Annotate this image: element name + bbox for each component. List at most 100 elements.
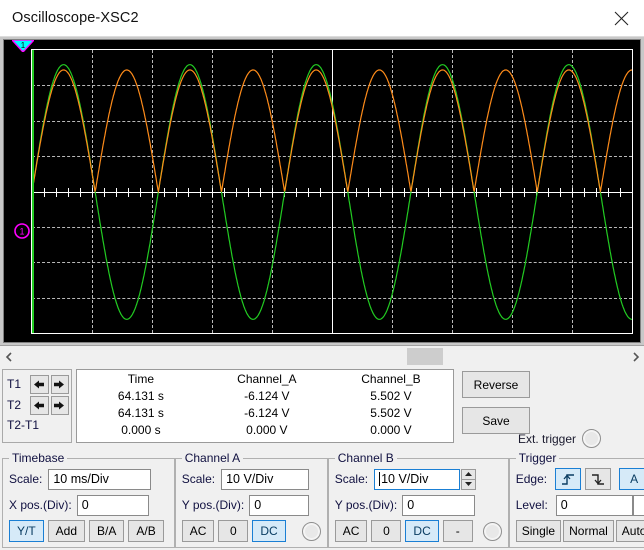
readout-header-channel-a: Channel_A (237, 372, 297, 386)
arrow-left-icon (33, 401, 44, 409)
axis-tick (632, 188, 633, 197)
trigger-edge-rising-button[interactable] (555, 468, 582, 490)
trigger-level-unit[interactable]: V (632, 494, 644, 516)
readout-header-channel-b: Channel_B (361, 372, 421, 386)
cursor-diff-label: T2-T1 (7, 418, 40, 432)
channel-b-scale-down-button[interactable] (461, 478, 477, 490)
channel-b-terminal-icon[interactable] (482, 521, 502, 541)
channel-a-scale-row: Scale: 10 V/Div (182, 467, 321, 491)
channel-b-ypos-input[interactable]: 0 (402, 494, 476, 516)
close-icon (614, 11, 628, 25)
trigger-mode-auto-button[interactable]: Auto (615, 520, 644, 542)
arrow-right-icon (54, 401, 65, 409)
measurement-readout: Time Channel_A Channel_B 64.131 s -6.124… (76, 369, 454, 443)
trigger-mode-normal-button[interactable]: Normal (563, 520, 614, 542)
cursor-t2-row: T2 (7, 395, 71, 415)
text-caret (379, 472, 381, 486)
page-title: Oscilloscope-XSC2 (12, 10, 139, 26)
scope-bezel: 1 1 (3, 39, 641, 343)
scrollbar-right-arrow[interactable] (627, 347, 644, 366)
channel-b-scale-value: 10 V/Div (381, 472, 429, 486)
ext-trigger-label: Ext. trigger (518, 431, 577, 446)
trigger-panel: Trigger Edge: A B Ext (508, 451, 644, 548)
trigger-level-label: Level: (515, 498, 548, 512)
table-row: 64.131 s -6.124 V 5.502 V (77, 405, 453, 422)
trigger-source-a-button[interactable]: A (619, 468, 644, 490)
readout-t1-channel-b: 5.502 V (370, 389, 412, 403)
cursor-t1-right-button[interactable] (50, 374, 69, 394)
scrollbar-left-arrow[interactable] (0, 347, 17, 366)
chevron-left-icon (5, 351, 12, 362)
timebase-scale-label: Scale: (9, 472, 43, 486)
title-bar: Oscilloscope-XSC2 (0, 0, 644, 37)
channel-a-trace (32, 69, 632, 194)
timebase-scale-input[interactable]: 10 ms/Div (48, 468, 152, 490)
readout-t2-channel-a: -6.124 V (244, 406, 290, 420)
channel-b-legend: Channel B (337, 451, 394, 465)
channel-a-coupling-gnd-button[interactable]: 0 (218, 520, 249, 542)
table-row: 64.131 s -6.124 V 5.502 V (77, 388, 453, 405)
timebase-mode-ab-button[interactable]: A/B (128, 520, 164, 542)
close-button[interactable] (598, 0, 644, 36)
trigger-mode-single-button[interactable]: Single (515, 520, 562, 542)
reverse-button[interactable]: Reverse (462, 371, 530, 398)
timebase-mode-buttons: Y/T Add B/A A/B (9, 519, 168, 543)
channel-b-invert-button[interactable]: - (442, 520, 473, 542)
scrollbar-thumb[interactable] (407, 348, 443, 365)
channel-b-coupling-dc-button[interactable]: DC (405, 520, 439, 542)
channel-a-coupling-dc-button[interactable]: DC (252, 520, 286, 542)
channel-a-coupling-ac-button[interactable]: AC (181, 520, 215, 542)
timebase-mode-ba-button[interactable]: B/A (89, 520, 125, 542)
oscilloscope-window: Oscilloscope-XSC2 1 1 T1 T2 T2-T1 Time C… (0, 0, 644, 550)
trigger-mode-buttons: Single Normal Auto None (515, 519, 644, 543)
timebase-xpos-row: X pos.(Div): 0 (9, 493, 168, 517)
channel-b-scale-up-button[interactable] (461, 468, 477, 479)
channel-b-ypos-label: Y pos.(Div): (334, 498, 398, 512)
channel-b-scale-label: Scale: (334, 472, 369, 486)
timebase-xpos-input[interactable]: 0 (76, 494, 149, 516)
timebase-panel: Timebase Scale: 10 ms/Div X pos.(Div): 0… (2, 451, 175, 548)
channel-b-scale-input[interactable]: 10 V/Div (374, 468, 461, 490)
readout-diff-time: 0.000 s (121, 423, 161, 437)
channel-a-panel: Channel A Scale: 10 V/Div Y pos.(Div): 0… (174, 451, 328, 548)
cursor-t1-label: T1 (7, 377, 22, 391)
cursor-t2-right-button[interactable] (50, 395, 69, 415)
measurement-row: T1 T2 T2-T1 Time Channel_A Channel_B 64.… (0, 367, 644, 451)
scope-screen[interactable] (31, 49, 633, 334)
cursor-t1-row: T1 (7, 374, 71, 394)
ext-trigger-terminal-icon[interactable] (582, 429, 602, 448)
rising-edge-icon (561, 474, 574, 485)
svg-text:1: 1 (21, 41, 26, 50)
readout-header-row: Time Channel_A Channel_B (77, 371, 453, 388)
timebase-xpos-label: X pos.(Div): (9, 498, 72, 512)
scope-action-buttons: Reverse Save (462, 371, 530, 434)
timebase-scrollbar[interactable] (0, 345, 644, 367)
channel-a-scale-input[interactable]: 10 V/Div (221, 468, 310, 490)
spinner-up-icon (465, 472, 473, 476)
channel-b-coupling-ac-button[interactable]: AC (334, 520, 368, 542)
cursor-t1-left-button[interactable] (30, 374, 49, 394)
readout-t2-channel-b: 5.502 V (370, 406, 412, 420)
trigger-edge-row: Edge: A B Ext (516, 467, 644, 491)
readout-t2-time: 64.131 s (117, 406, 164, 420)
channel-b-scale-stepper[interactable] (461, 468, 477, 490)
timebase-mode-add-button[interactable]: Add (47, 520, 86, 542)
cursor-t2-left-button[interactable] (30, 395, 49, 415)
trigger-edge-falling-button[interactable] (585, 468, 612, 490)
cursor-1-handle-icon[interactable]: 1 (12, 40, 34, 52)
trigger-edge-label: Edge: (515, 472, 548, 486)
channel-a-ypos-input[interactable]: 0 (249, 494, 310, 516)
scrollbar-track[interactable] (17, 347, 627, 366)
cursor-t2-label: T2 (7, 398, 22, 412)
arrow-right-icon (54, 380, 65, 388)
channel-b-coupling-buttons: AC 0 DC - (334, 519, 502, 543)
channel-a-terminal-icon[interactable] (301, 521, 321, 541)
trigger-level-input[interactable]: 0 (555, 494, 633, 516)
spinner-down-icon (465, 482, 473, 486)
cursor-1-line[interactable] (32, 50, 34, 333)
readout-t1-time: 64.131 s (117, 389, 164, 403)
timebase-mode-yt-button[interactable]: Y/T (9, 520, 44, 542)
cursor-1-marker-icon[interactable]: 1 (13, 222, 31, 240)
channel-b-coupling-gnd-button[interactable]: 0 (371, 520, 402, 542)
scope-display-area: 1 1 (0, 37, 644, 345)
